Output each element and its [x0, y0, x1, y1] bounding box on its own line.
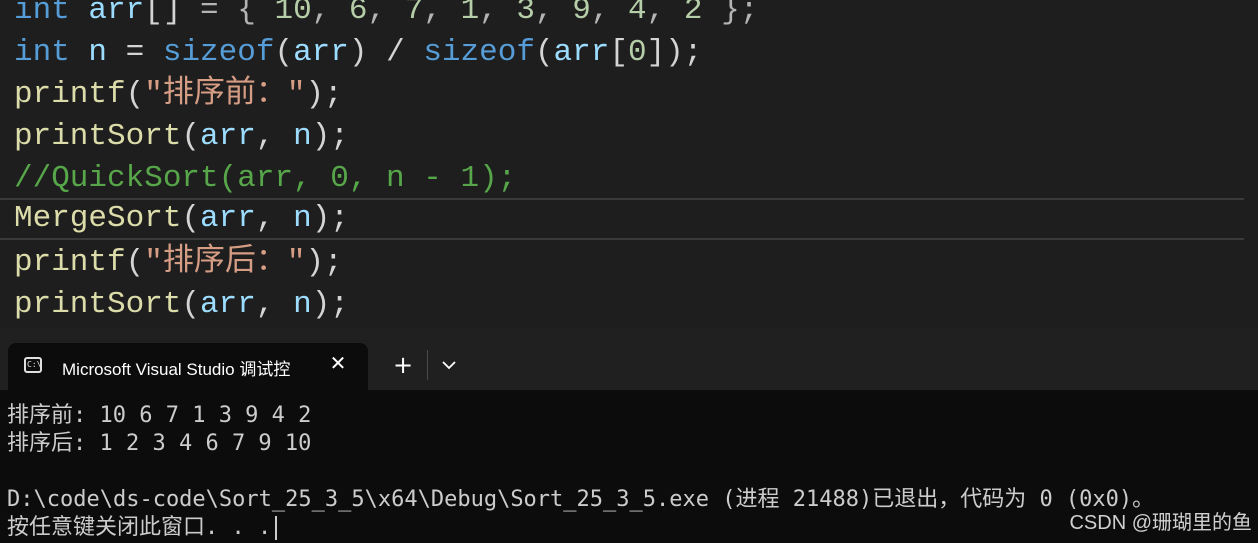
- comment-token: //QuickSort(arr, 0, n - 1);: [14, 161, 517, 196]
- code-line-2[interactable]: int n = sizeof(arr) / sizeof(arr[0]);: [14, 32, 702, 74]
- identifier-token: arr: [200, 201, 256, 236]
- identifier-token: arr: [200, 287, 256, 322]
- function-token: printSort: [14, 119, 182, 154]
- number-token: 0: [627, 35, 647, 70]
- text-cursor: [275, 516, 278, 540]
- number-token: 4: [628, 0, 647, 28]
- code-editor[interactable]: int arr[] = { 10, 6, 7, 1, 3, 9, 4, 2 };…: [0, 0, 1258, 328]
- keyword-token: int: [14, 0, 70, 28]
- punct-token: };: [702, 0, 759, 28]
- identifier-token: n: [293, 287, 312, 322]
- watermark: CSDN @珊瑚里的鱼: [1069, 512, 1252, 534]
- function-token: printf: [14, 245, 126, 280]
- console-icon: C:\: [24, 357, 42, 373]
- punct-token: =: [107, 35, 163, 70]
- punct-token: (: [181, 287, 201, 322]
- punct-token: ) /: [348, 35, 424, 70]
- keyword-token: sizeof: [162, 35, 275, 70]
- output-line-4: D:\code\ds-code\Sort_25_3_5\x64\Debug\So…: [7, 487, 1155, 512]
- function-token: printSort: [14, 287, 182, 322]
- close-icon[interactable]: ✕: [326, 351, 350, 375]
- punct-token: (: [181, 201, 201, 236]
- punct-token: );: [305, 77, 343, 112]
- terminal-tab-bar: C:\ Microsoft Visual Studio 调试控 ✕ +: [0, 328, 1258, 390]
- punct-token: (: [181, 119, 201, 154]
- punct-token: (: [125, 77, 145, 112]
- punct-token: [: [609, 35, 628, 70]
- number-token: 3: [516, 0, 535, 28]
- punct-token: (: [274, 35, 294, 70]
- keyword-token: int: [14, 35, 70, 70]
- code-line-3[interactable]: printf("排序前：");: [14, 74, 343, 116]
- output-line-5: 按任意键关闭此窗口. . .: [7, 514, 278, 542]
- punct-token: );: [305, 245, 343, 280]
- identifier-token: n: [293, 201, 312, 236]
- prompt-text: 按任意键关闭此窗口. . .: [7, 515, 272, 540]
- identifier-token: n: [88, 35, 108, 70]
- number-token: 9: [572, 0, 591, 28]
- identifier-token: arr: [553, 35, 610, 70]
- screen: int arr[] = { 10, 6, 7, 1, 3, 9, 4, 2 };…: [0, 0, 1258, 543]
- punct-token: ,: [255, 201, 294, 236]
- punct-token: ,: [367, 0, 405, 28]
- identifier-token: arr: [88, 0, 145, 28]
- punct-token: ,: [255, 287, 294, 322]
- tab-title: Microsoft Visual Studio 调试控: [62, 360, 291, 379]
- punct-token: ]);: [646, 35, 703, 70]
- divider: [427, 350, 428, 380]
- number-token: 6: [348, 0, 368, 28]
- code-line-4[interactable]: printSort(arr, n);: [14, 116, 349, 158]
- new-tab-button[interactable]: +: [390, 352, 416, 378]
- punct-token: ,: [255, 119, 294, 154]
- punct-token: ,: [646, 0, 684, 28]
- punct-token: ,: [590, 0, 629, 28]
- punct-token: (: [534, 35, 554, 70]
- punct-token: = {: [181, 0, 275, 28]
- output-line-2: 排序后: 1 2 3 4 6 7 9 10: [7, 431, 312, 456]
- code-line-1[interactable]: int arr[] = { 10, 6, 7, 1, 3, 9, 4, 2 };: [14, 0, 758, 32]
- code-line-7[interactable]: printf("排序后：");: [14, 242, 343, 284]
- code-line-5[interactable]: //QuickSort(arr, 0, n - 1);: [14, 158, 516, 200]
- punct-token: ,: [479, 0, 517, 28]
- keyword-token: sizeof: [423, 35, 535, 70]
- punct-token: );: [311, 287, 349, 322]
- punct-token: );: [311, 119, 349, 154]
- string-token: "排序前：": [144, 77, 306, 112]
- code-line-8[interactable]: printSort(arr, n);: [14, 284, 349, 326]
- identifier-token: arr: [293, 35, 349, 70]
- chevron-down-icon[interactable]: [436, 352, 462, 378]
- tab-debug-console[interactable]: C:\ Microsoft Visual Studio 调试控 ✕: [8, 343, 368, 390]
- function-token: printf: [14, 77, 126, 112]
- identifier-token: arr: [200, 119, 256, 154]
- number-token: 7: [404, 0, 424, 28]
- number-token: 2: [683, 0, 703, 28]
- punct-token: (: [125, 245, 145, 280]
- punct-token: []: [144, 0, 182, 28]
- function-token: MergeSort: [14, 201, 182, 236]
- punct-token: ,: [423, 0, 461, 28]
- identifier-token: n: [293, 119, 312, 154]
- number-token: 1: [460, 0, 480, 28]
- punct-token: ,: [311, 0, 349, 28]
- code-line-6-current[interactable]: MergeSort(arr, n);: [0, 198, 1244, 240]
- punct-token: ,: [535, 0, 573, 28]
- string-token: "排序后：": [144, 245, 306, 280]
- terminal-window[interactable]: C:\ Microsoft Visual Studio 调试控 ✕ + 排序前:…: [0, 328, 1258, 543]
- output-line-1: 排序前: 10 6 7 1 3 9 4 2: [7, 403, 312, 428]
- punct-token: );: [311, 201, 349, 236]
- number-token: 10: [274, 0, 312, 28]
